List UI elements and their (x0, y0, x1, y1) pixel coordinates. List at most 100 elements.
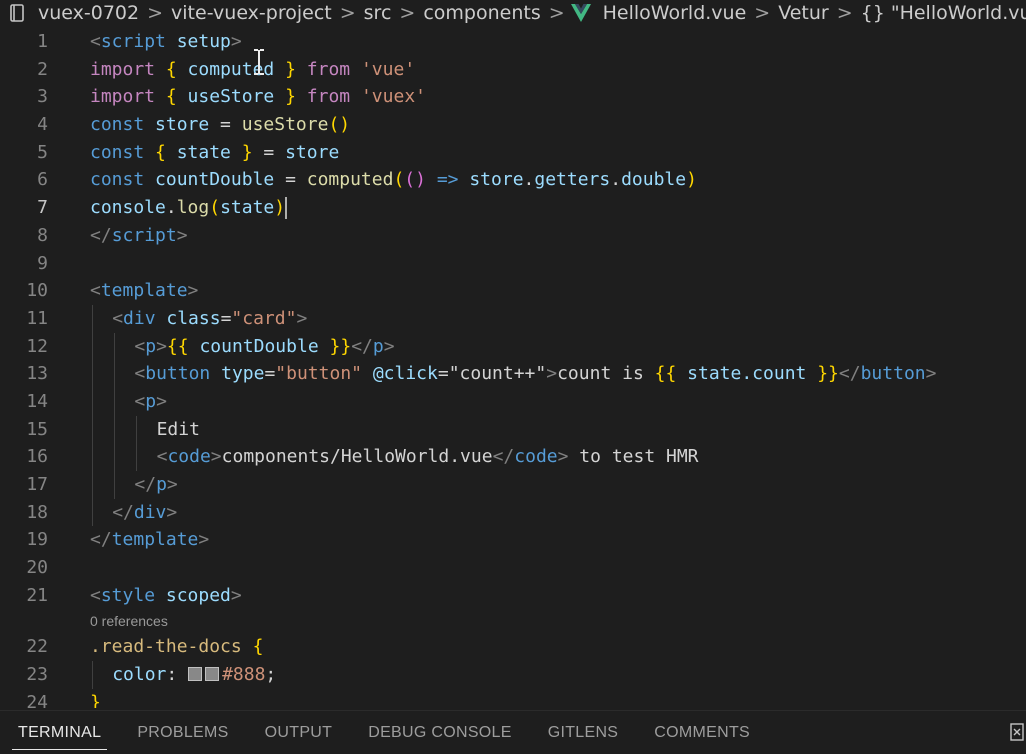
indent-guide (92, 332, 93, 361)
code-line[interactable]: 4 const store = useStore() (0, 111, 1026, 139)
code-text: <style scoped> (90, 582, 242, 610)
code-token: double (621, 169, 687, 191)
codelens-label[interactable]: 0 references (90, 609, 168, 633)
code-token: store (469, 169, 524, 191)
code-token: useStore (176, 86, 286, 108)
code-line[interactable]: 22 .read-the-docs { (0, 633, 1026, 661)
tab-gitlens[interactable]: GITLENS (530, 711, 637, 754)
code-token: setup (165, 31, 231, 52)
code-token: template (100, 280, 188, 302)
code-token: = (209, 114, 242, 136)
line-number: 7 (37, 197, 48, 219)
code-token: #888 (222, 664, 266, 686)
code-line[interactable]: 21 <style scoped> (0, 582, 1026, 610)
tab-output[interactable]: OUTPUT (247, 711, 351, 754)
code-line[interactable]: 20 (0, 554, 1026, 582)
code-token: p (145, 335, 157, 357)
code-line[interactable]: 19 </template> (0, 526, 1026, 554)
code-token: : (166, 664, 189, 686)
breadcrumb-separator: > (836, 2, 853, 24)
code-token: countDouble (188, 335, 330, 357)
code-line[interactable]: 10 <template> (0, 277, 1026, 305)
code-token: }} (817, 363, 839, 385)
code-token: script (100, 31, 166, 52)
code-token: {{ (654, 363, 677, 385)
code-token: getters (534, 169, 611, 191)
code-token: state.count (676, 363, 818, 385)
code-editor[interactable]: 1 <script setup> 2 import { computed } from… (0, 28, 1026, 708)
code-token: > (187, 280, 199, 302)
breadcrumb-item-workspace[interactable]: vuex-0702 (36, 2, 141, 24)
code-token: scoped (155, 584, 231, 606)
code-line[interactable]: 9 (0, 250, 1026, 278)
breadcrumb-item-src[interactable]: src (362, 2, 394, 24)
color-swatch[interactable] (205, 666, 220, 681)
code-token: @click (362, 363, 438, 385)
line-number: 21 (26, 584, 48, 606)
code-token: from (295, 58, 361, 80)
line-number: 10 (26, 280, 48, 302)
code-line[interactable]: 12 <p>{{ countDouble }}</p> (0, 332, 1026, 361)
line-number: 8 (37, 224, 48, 246)
code-line[interactable]: 7 console.log(state) (0, 194, 1026, 222)
panel-tab-bar: TERMINAL PROBLEMS OUTPUT DEBUG CONSOLE GITLE… (0, 710, 1026, 754)
code-token: console (90, 197, 166, 219)
code-token: > (296, 307, 308, 329)
breadcrumb-item-project[interactable]: vite-vuex-project (169, 2, 334, 24)
line-number: 13 (26, 363, 48, 385)
code-line[interactable]: 14 <p> (0, 387, 1026, 416)
code-token: </ (351, 335, 373, 357)
code-token: count is (557, 363, 655, 385)
code-token: < (90, 280, 101, 302)
code-line[interactable]: 15 Edit (0, 415, 1026, 444)
code-token: < (134, 390, 146, 412)
breadcrumb-item-components[interactable]: components (421, 2, 542, 24)
code-token: div (133, 501, 167, 523)
tab-terminal[interactable]: TERMINAL (0, 711, 119, 754)
code-line[interactable]: 2 import { computed } from 'vue' (0, 56, 1026, 84)
breadcrumb-item-file[interactable]: HelloWorld.vue (601, 2, 749, 24)
code-line[interactable]: 1 <script setup> (0, 28, 1026, 56)
code-token: > (166, 501, 178, 523)
code-line[interactable]: 8 </script> (0, 222, 1026, 250)
breadcrumb-item-vetur[interactable]: Vetur (776, 2, 831, 24)
line-number: 6 (37, 169, 48, 191)
code-token: 'vue' (360, 58, 416, 80)
code-line[interactable]: 17 </p> (0, 471, 1026, 499)
code-line[interactable]: 5 const { state } = store (0, 139, 1026, 167)
line-number: 5 (37, 141, 48, 163)
code-line[interactable]: 13 <button type="button" @click="count++"… (0, 360, 1026, 388)
tab-problems[interactable]: PROBLEMS (119, 711, 246, 754)
tab-debug-console[interactable]: DEBUG CONSOLE (350, 711, 530, 754)
code-line[interactable]: 18 </div> (0, 498, 1026, 527)
code-token: ( (393, 169, 405, 191)
code-token: </ (134, 474, 157, 495)
code-line[interactable]: 11 <div class="card"> (0, 304, 1026, 333)
codelens-references[interactable]: 0 references (0, 609, 1026, 633)
code-token: > (176, 224, 188, 246)
code-line[interactable]: 23 color: #888; (0, 661, 1026, 689)
code-line[interactable]: 16 <code>components/HelloWorld.vue</code>… (0, 443, 1026, 471)
close-panel-icon[interactable] (1010, 723, 1024, 741)
code-token: ) (274, 197, 286, 219)
code-token: ) (686, 169, 697, 191)
color-swatch[interactable] (188, 666, 203, 681)
code-token: } (90, 691, 101, 708)
code-line[interactable]: 3 import { useStore } from 'vuex' (0, 83, 1026, 111)
line-number: 11 (26, 307, 48, 329)
code-token: "card" (231, 307, 297, 329)
breadcrumb-item-symbol[interactable]: {} "HelloWorld.vue" (859, 2, 1026, 24)
code-token: > (166, 474, 178, 495)
code-token: code (514, 446, 558, 468)
indent-guide (114, 332, 116, 361)
code-line[interactable]: 24} (0, 689, 1026, 708)
code-line[interactable]: 6 const countDouble = computed(() => stor… (0, 166, 1026, 194)
code-token: </ (492, 446, 515, 468)
breadcrumb-separator: > (399, 2, 416, 24)
code-token: Edit (156, 418, 200, 440)
tab-comments[interactable]: COMMENTS (636, 711, 768, 754)
code-token: < (134, 363, 146, 385)
code-token: template (111, 529, 199, 551)
indent-guide (92, 304, 93, 333)
code-token: </ (90, 224, 112, 246)
